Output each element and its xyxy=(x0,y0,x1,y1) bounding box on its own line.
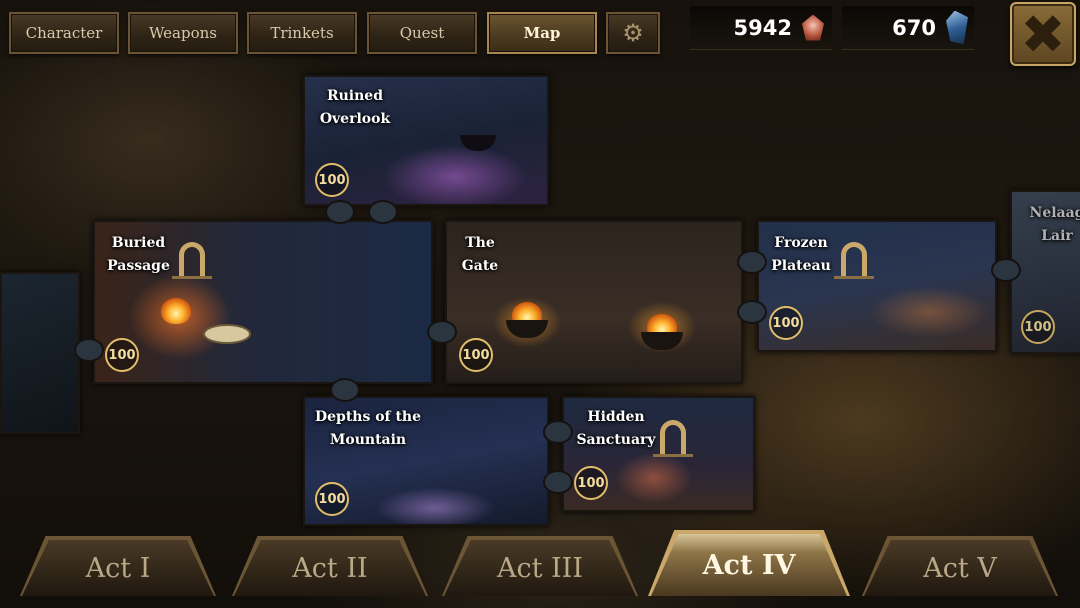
map-piece-frozen-plateau[interactable]: Frozen Plateau 100 xyxy=(757,220,997,352)
map-piece-buried-passage[interactable]: Buried Passage 100 xyxy=(93,220,433,384)
map-piece-title: Frozen Plateau xyxy=(771,235,831,274)
brazier-icon xyxy=(506,320,548,338)
tab-act-5[interactable]: Act V xyxy=(864,540,1056,596)
cauldron-icon xyxy=(460,135,496,151)
disc-icon xyxy=(203,324,251,344)
score-badge: 100 xyxy=(105,338,139,372)
map-piece-title: Hidden Sanctuary xyxy=(576,409,656,448)
tab-trinkets[interactable]: Trinkets xyxy=(247,12,357,54)
tab-act-1[interactable]: Act I xyxy=(22,540,214,596)
fire-icon xyxy=(161,298,191,324)
puzzle-connector xyxy=(991,258,1021,282)
map-piece-title: Depths of the Mountain xyxy=(314,409,422,448)
puzzle-connector xyxy=(737,250,767,274)
puzzle-connector xyxy=(543,420,573,444)
map-piece-hidden-sanctuary[interactable]: Hidden Sanctuary 100 xyxy=(562,396,755,512)
puzzle-connector xyxy=(74,338,104,362)
score-badge: 100 xyxy=(769,306,803,340)
tab-character[interactable]: Character xyxy=(9,12,119,54)
gear-icon: ⚙ xyxy=(622,19,644,47)
blue-crystal-count: 670 xyxy=(892,15,936,40)
puzzle-connector xyxy=(330,378,360,402)
map-piece-depths-of-the-mountain[interactable]: Depths of the Mountain 100 xyxy=(303,396,549,526)
red-gem-counter: 5942 xyxy=(690,6,832,50)
tab-quest[interactable]: Quest xyxy=(367,12,477,54)
score-badge: 100 xyxy=(1021,310,1055,344)
tab-map[interactable]: Map xyxy=(487,12,597,54)
close-icon: ✖ xyxy=(1020,2,1066,66)
score-badge: 100 xyxy=(574,466,608,500)
blue-crystal-icon xyxy=(946,10,968,45)
map-piece-title: Nelaag Lair xyxy=(1029,205,1080,244)
score-badge: 100 xyxy=(315,163,349,197)
tab-act-3[interactable]: Act III xyxy=(444,540,636,596)
map-piece-title: Ruined Overlook xyxy=(319,88,391,127)
puzzle-connector xyxy=(325,200,355,224)
archway-icon xyxy=(653,420,693,457)
puzzle-connector xyxy=(737,300,767,324)
score-badge: 100 xyxy=(315,482,349,516)
red-gem-count: 5942 xyxy=(733,15,792,40)
close-button[interactable]: ✖ xyxy=(1010,2,1076,66)
archway-icon xyxy=(172,242,212,279)
map-piece-title: The Gate xyxy=(461,235,499,274)
red-gem-icon xyxy=(802,14,824,41)
settings-button[interactable]: ⚙ xyxy=(606,12,660,54)
map-piece-ruined-overlook[interactable]: Ruined Overlook 100 xyxy=(303,75,549,206)
score-badge: 100 xyxy=(459,338,493,372)
tab-act-2[interactable]: Act II xyxy=(234,540,426,596)
puzzle-connector xyxy=(543,470,573,494)
map-piece-the-gate[interactable]: The Gate 100 xyxy=(445,220,743,384)
tab-act-4[interactable]: Act IV xyxy=(651,534,847,596)
map-piece-partial-left[interactable] xyxy=(0,272,80,434)
archway-icon xyxy=(834,242,874,279)
puzzle-connector xyxy=(368,200,398,224)
blue-crystal-counter: 670 xyxy=(842,6,974,50)
brazier-icon xyxy=(641,332,683,350)
tab-weapons[interactable]: Weapons xyxy=(128,12,238,54)
puzzle-connector xyxy=(427,320,457,344)
map-piece-title: Buried Passage xyxy=(107,235,170,274)
